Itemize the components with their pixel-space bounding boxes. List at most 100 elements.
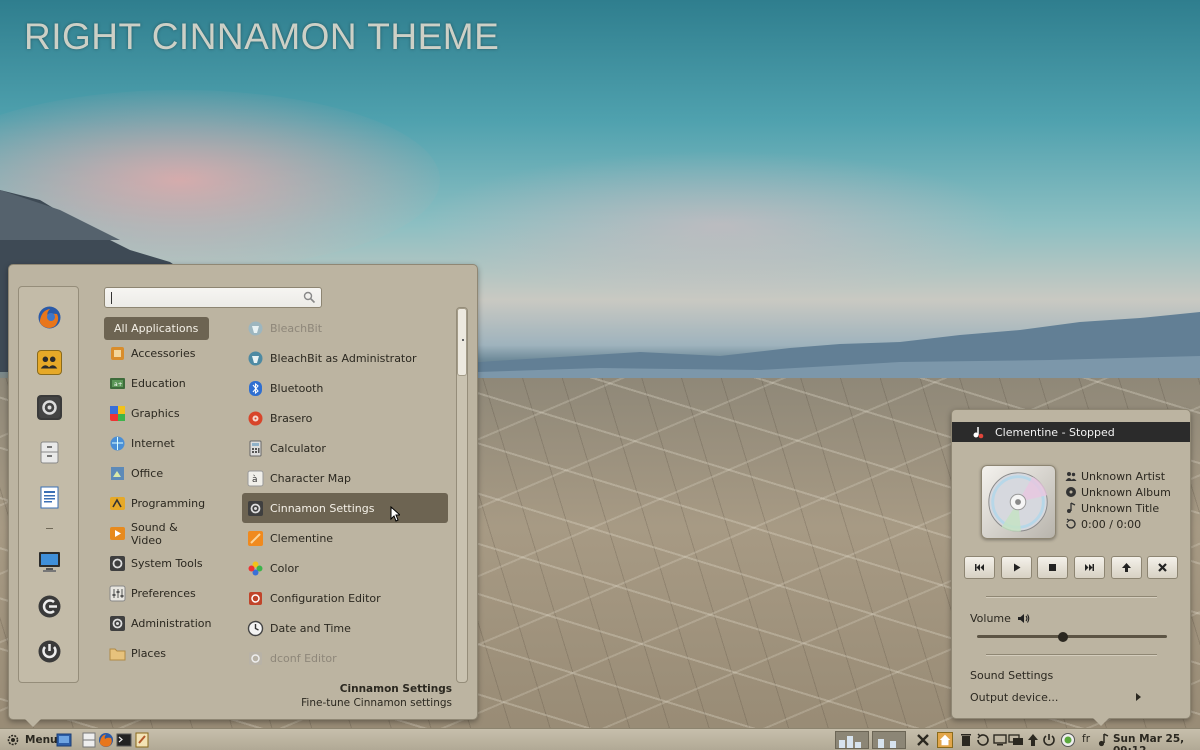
app-label: Brasero	[270, 411, 313, 425]
app-brasero[interactable]: Brasero	[242, 403, 448, 433]
favorites-sidebar	[18, 286, 79, 683]
favorite-power[interactable]	[37, 639, 62, 664]
settings-icon	[39, 397, 60, 418]
education-icon: a+	[109, 375, 126, 392]
category-graphics[interactable]: Graphics	[104, 402, 209, 425]
category-places[interactable]: Places	[104, 642, 209, 665]
launcher-desktop[interactable]	[56, 732, 72, 748]
stop-button[interactable]	[1037, 556, 1068, 579]
app-label: Bluetooth	[270, 381, 324, 395]
system-tools-icon	[109, 555, 126, 572]
tray-home-folder[interactable]	[937, 732, 953, 748]
track-title: Unknown Title	[1065, 501, 1159, 515]
player-header: Clementine - Stopped	[952, 422, 1190, 442]
app-configuration-editor[interactable]: Configuration Editor	[242, 583, 448, 613]
favorite-settings[interactable]	[37, 395, 62, 420]
search-input[interactable]	[104, 287, 322, 308]
category-all-applications[interactable]: All Applications	[104, 317, 209, 340]
category-system-tools[interactable]: System Tools	[104, 552, 209, 575]
tray-update[interactable]	[1025, 732, 1041, 748]
launcher-file-manager[interactable]	[81, 732, 97, 748]
file-cabinet-icon	[40, 441, 59, 464]
sound-settings-menu-item[interactable]: Sound Settings	[970, 669, 1053, 682]
search-icon	[303, 291, 316, 304]
workspace-1[interactable]	[835, 731, 869, 749]
category-administration[interactable]: Administration	[104, 612, 212, 635]
favorite-computer[interactable]	[37, 549, 62, 574]
raise-player-button[interactable]	[1111, 556, 1142, 579]
application-list-scrollbar[interactable]	[456, 307, 468, 683]
volume-slider-handle[interactable]	[1058, 632, 1068, 642]
app-color[interactable]: Color	[242, 553, 448, 583]
launcher-firefox[interactable]	[98, 732, 114, 748]
network-icon	[1008, 734, 1023, 745]
app-bleachbit[interactable]: BleachBit	[242, 313, 448, 343]
launcher-terminal[interactable]	[116, 732, 132, 748]
next-icon	[1085, 564, 1094, 571]
sound-video-icon	[109, 525, 126, 542]
category-sound-video[interactable]: Sound & Video	[104, 521, 209, 547]
category-label: Graphics	[131, 407, 180, 420]
category-office[interactable]: Office	[104, 462, 209, 485]
app-character-map[interactable]: à Character Map	[242, 463, 448, 493]
volume-slider-track[interactable]	[977, 635, 1167, 638]
show-desktop-icon	[56, 733, 72, 747]
category-programming[interactable]: Programming	[104, 492, 209, 515]
previous-track-button[interactable]	[964, 556, 995, 579]
category-preferences[interactable]: Preferences	[104, 582, 209, 605]
app-cinnamon-settings[interactable]: Cinnamon Settings	[242, 493, 448, 523]
application-menu: All Applications Accessories a+ Educatio…	[8, 264, 478, 727]
menu-gear-icon	[6, 733, 20, 747]
keyboard-layout-indicator[interactable]: fr	[1082, 733, 1090, 745]
category-internet[interactable]: Internet	[104, 432, 209, 455]
app-bleachbit-admin[interactable]: BleachBit as Administrator	[242, 343, 448, 373]
tray-power[interactable]	[1041, 732, 1057, 748]
next-track-button[interactable]	[1074, 556, 1105, 579]
app-date-time[interactable]: Date and Time	[242, 613, 448, 643]
app-label: Cinnamon Settings	[270, 501, 375, 515]
app-bluetooth[interactable]: Bluetooth	[242, 373, 448, 403]
cd-disc-icon	[988, 472, 1048, 532]
category-label: Education	[131, 377, 186, 390]
programming-icon	[109, 495, 126, 512]
category-label: Places	[131, 647, 166, 660]
tray-network[interactable]	[1008, 732, 1024, 748]
update-arrow-icon	[1028, 734, 1038, 746]
category-education[interactable]: a+ Education	[104, 372, 209, 395]
favorite-logout[interactable]	[37, 594, 62, 619]
tray-trash[interactable]	[958, 732, 974, 748]
desktop-title: RIGHT CINNAMON THEME	[24, 16, 500, 57]
app-dconf-editor[interactable]: dconf Editor	[242, 643, 448, 673]
users-icon	[40, 356, 58, 369]
trash-icon	[961, 734, 971, 746]
favorite-file-cabinet[interactable]	[37, 440, 62, 465]
launcher-text-editor[interactable]	[134, 732, 150, 748]
tray-sound[interactable]	[1095, 732, 1111, 748]
scrollbar-thumb[interactable]	[457, 308, 467, 376]
app-clementine[interactable]: Clementine	[242, 523, 448, 553]
category-accessories[interactable]: Accessories	[104, 342, 209, 365]
workspace-2[interactable]	[872, 731, 906, 749]
mouse-pointer-icon	[390, 506, 400, 522]
tray-mint-update[interactable]	[1060, 732, 1076, 748]
svg-text:à: à	[252, 475, 258, 485]
favorite-users[interactable]	[37, 350, 62, 375]
menu-button[interactable]: Menu	[3, 731, 61, 749]
tray-refresh[interactable]	[975, 732, 991, 748]
quit-player-button[interactable]	[1147, 556, 1178, 579]
app-calculator[interactable]: Calculator	[242, 433, 448, 463]
tray-display[interactable]	[992, 732, 1008, 748]
close-tray-button[interactable]	[915, 732, 931, 748]
bluetooth-icon	[247, 380, 264, 397]
configuration-editor-icon	[247, 590, 264, 607]
clock[interactable]: Sun Mar 25, 09:12	[1113, 733, 1200, 750]
favorite-firefox[interactable]	[37, 305, 62, 330]
brasero-icon	[247, 410, 264, 427]
output-device-menu-item[interactable]: Output device...	[970, 691, 1058, 704]
favorite-document[interactable]	[37, 485, 62, 510]
calculator-icon	[247, 440, 264, 457]
play-button[interactable]	[1001, 556, 1032, 579]
time-icon	[1065, 518, 1077, 530]
category-label: System Tools	[131, 557, 203, 570]
app-label: Configuration Editor	[270, 591, 381, 605]
